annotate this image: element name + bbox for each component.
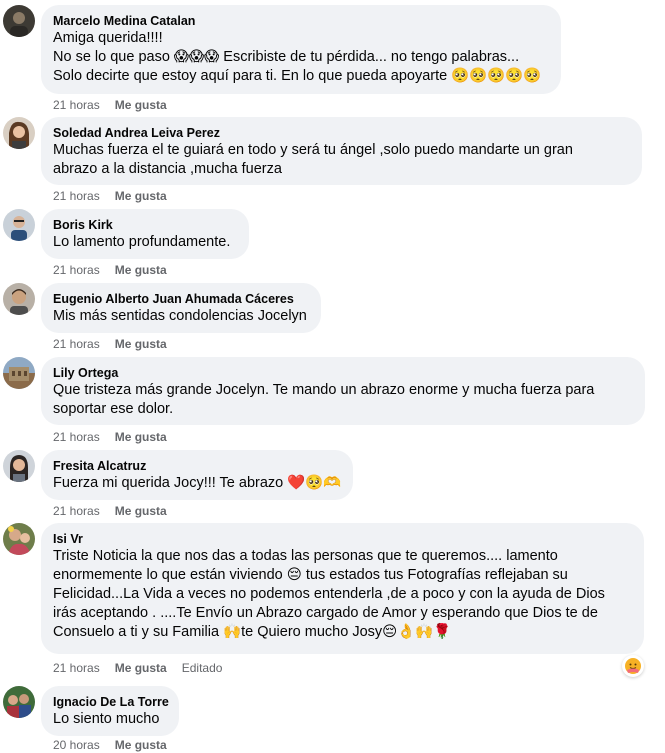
comment-bubble: Isi Vr Triste Noticia la que nos das a t… (41, 523, 644, 654)
comment-time[interactable]: 21 horas (53, 337, 100, 351)
edited-label: Editado (181, 661, 223, 675)
comment-time[interactable]: 21 horas (53, 430, 100, 444)
comment-time[interactable]: 21 horas (53, 189, 100, 203)
comment-meta: 21 horas Me gusta (53, 97, 182, 113)
comment-text: Mis más sentidas condolencias Jocelyn (53, 308, 307, 324)
avatar[interactable] (3, 209, 35, 241)
comment-meta: 21 horas Me gusta (53, 336, 182, 352)
like-button[interactable]: Me gusta (115, 98, 167, 112)
like-button[interactable]: Me gusta (115, 504, 167, 518)
comment-time[interactable]: 21 horas (53, 98, 100, 112)
like-button[interactable]: Me gusta (115, 430, 167, 444)
comment-text: Lo lamento profundamente. (53, 234, 231, 250)
avatar[interactable] (3, 5, 35, 37)
like-button[interactable]: Me gusta (115, 189, 167, 203)
comment-text: Lo siento mucho (53, 711, 160, 727)
comment-bubble: Marcelo Medina Catalan Amiga querida!!!!… (41, 5, 561, 94)
comment-text: Amiga querida!!!! No se lo que paso 😱😱😱 … (53, 30, 542, 84)
comment-author[interactable]: Fresita Alcatruz (53, 458, 341, 474)
comment-meta: 21 horas Me gusta (53, 429, 182, 445)
comment-author[interactable]: Isi Vr (53, 531, 632, 547)
like-button[interactable]: Me gusta (115, 337, 167, 351)
comment-author[interactable]: Lily Ortega (53, 365, 633, 381)
avatar[interactable] (3, 117, 35, 149)
comment-author[interactable]: Soledad Andrea Leiva Perez (53, 125, 630, 141)
comment-bubble: Eugenio Alberto Juan Ahumada Cáceres Mis… (41, 283, 321, 333)
comment-meta: 21 horas Me gusta (53, 262, 182, 278)
like-button[interactable]: Me gusta (115, 738, 167, 752)
comment-meta: 21 horas Me gusta (53, 503, 182, 519)
comment-text: Muchas fuerza el te guiará en todo y ser… (53, 142, 573, 177)
comment-text: Fuerza mi querida Jocy!!! Te abrazo ❤️🥺🫶 (53, 475, 342, 491)
avatar[interactable] (3, 686, 35, 718)
comment-meta: 21 horas Me gusta Editado (53, 660, 237, 676)
comment-author[interactable]: Boris Kirk (53, 217, 237, 233)
avatar[interactable] (3, 283, 35, 315)
comment-time[interactable]: 20 horas (53, 738, 100, 752)
comment-bubble: Ignacio De La Torre Lo siento mucho (41, 686, 179, 736)
comment-bubble: Boris Kirk Lo lamento profundamente. (41, 209, 249, 259)
comment-text: Triste Noticia la que nos das a todas la… (53, 548, 605, 640)
comment-bubble: Fresita Alcatruz Fuerza mi querida Jocy!… (41, 450, 353, 500)
care-reaction-icon[interactable] (622, 655, 644, 677)
like-button[interactable]: Me gusta (115, 263, 167, 277)
comment-time[interactable]: 21 horas (53, 263, 100, 277)
comment-bubble: Lily Ortega Que tristeza más grande Joce… (41, 357, 645, 425)
avatar[interactable] (3, 523, 35, 555)
like-button[interactable]: Me gusta (115, 661, 167, 675)
comment-text: Que tristeza más grande Jocelyn. Te mand… (53, 382, 595, 417)
comment-author[interactable]: Ignacio De La Torre (53, 694, 169, 710)
avatar[interactable] (3, 357, 35, 389)
avatar[interactable] (3, 450, 35, 482)
comment-bubble: Soledad Andrea Leiva Perez Muchas fuerza… (41, 117, 642, 185)
comment-author[interactable]: Marcelo Medina Catalan (53, 13, 549, 29)
comment-author[interactable]: Eugenio Alberto Juan Ahumada Cáceres (53, 291, 309, 307)
comment-time[interactable]: 21 horas (53, 661, 100, 675)
comment-time[interactable]: 21 horas (53, 504, 100, 518)
comment-meta: 21 horas Me gusta (53, 188, 182, 204)
